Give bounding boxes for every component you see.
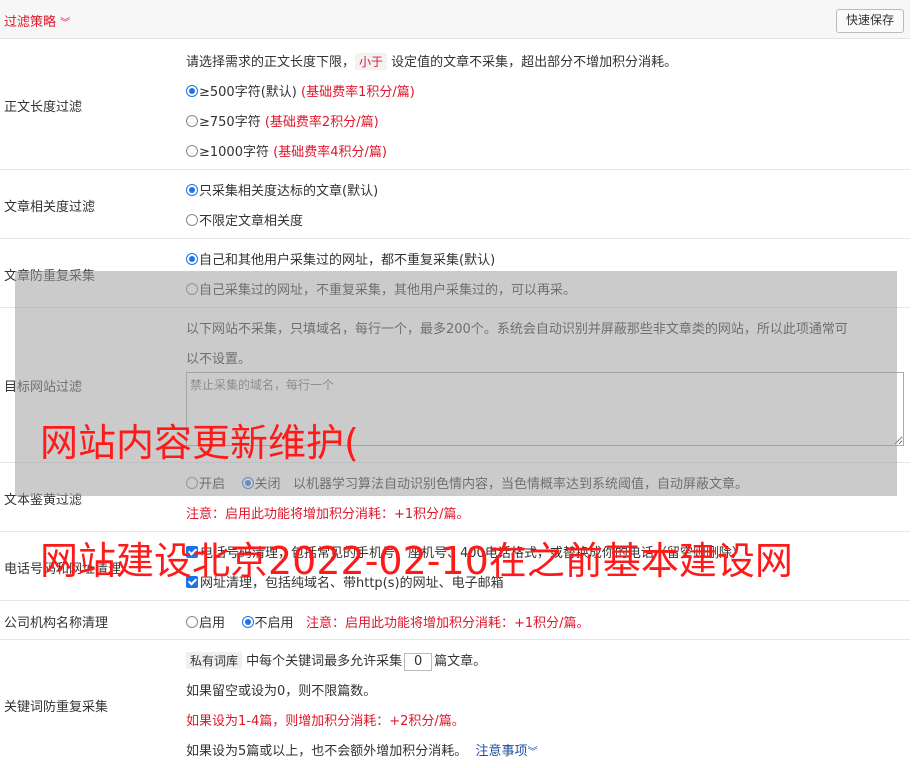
desc-post: 设定值的文章不采集，超出部分不增加积分消耗。 — [391, 55, 678, 70]
url-clean-checkbox[interactable] — [186, 576, 198, 588]
dedupe-row: 文章防重复采集 自己和其他用户采集过的网址，都不重复采集(默认) 自己采集过的网… — [0, 239, 910, 308]
org-name-label: 公司机构名称清理 — [4, 616, 109, 631]
porn-filter-note: 注意：启用此功能将增加积分消耗：+1积分/篇。 — [186, 507, 470, 522]
option-750-label: ≥750字符 — [199, 115, 261, 130]
option-1000[interactable]: ≥1000字符 (基础费率4积分/篇) — [186, 141, 387, 160]
body-length-row: 正文长度过滤 请选择需求的正文长度下限， 小于 设定值的文章不采集，超出部分不增加… — [0, 39, 910, 170]
org-name-row: 公司机构名称清理 启用 不启用 注意：启用此功能将增加积分消耗：+1积分/篇。 — [0, 601, 910, 640]
relevance-option-1[interactable]: 不限定文章相关度 — [186, 210, 303, 229]
option-1000-label: ≥1000字符 — [199, 145, 269, 160]
relevance-radio-0[interactable] — [186, 184, 198, 196]
dedupe-option-1[interactable]: 自己采集过的网址，不重复采集，其他用户采集过的，可以再采。 — [186, 279, 576, 298]
keyword-line-2: 如果留空或设为0，则不限篇数。 — [186, 684, 377, 699]
site-filter-label: 目标网站过滤 — [4, 380, 83, 395]
dedupe-option-0-label: 自己和其他用户采集过的网址，都不重复采集(默认) — [199, 253, 496, 268]
blocked-domains-textarea[interactable] — [186, 372, 904, 446]
option-500[interactable]: ≥500字符(默认) (基础费率1积分/篇) — [186, 81, 415, 100]
org-off-label: 不启用 — [254, 616, 294, 631]
quick-save-button[interactable]: 快速保存 — [835, 9, 904, 33]
phone-clean-option[interactable]: 电话号码清理，包括常见的手机号、座机号、400电话格式，或替换成你的电话（留空则… — [186, 542, 745, 561]
keyword-line1-pre: 中每个关键词最多允许采集 — [246, 654, 403, 669]
notes-link-text: 注意事项 — [475, 744, 528, 759]
desc-pre: 请选择需求的正文长度下限， — [186, 55, 356, 70]
less-than-tag: 小于 — [355, 53, 388, 70]
porn-on-label: 开启 — [199, 477, 226, 492]
radio-1000[interactable] — [186, 145, 198, 157]
porn-filter-options: 开启 关闭 以机器学习算法自动识别色情内容，当色情概率达到系统阈值，自动屏蔽文章… — [186, 473, 748, 492]
org-on-label: 启用 — [199, 616, 226, 631]
porn-on-radio[interactable] — [186, 477, 198, 489]
dedupe-label: 文章防重复采集 — [4, 269, 96, 284]
keyword-label: 关键词防重复采集 — [4, 700, 109, 715]
max-articles-input[interactable]: 0 — [404, 652, 433, 671]
phone-url-row: 电话号码和网址清理 电话号码清理，包括常见的手机号、座机号、400电话格式，或替… — [0, 532, 910, 601]
site-filter-desc-1: 以下网站不采集，只填域名，每行一个，最多200个。系统会自动识别并屏蔽那些非文章… — [186, 322, 848, 337]
keyword-line-1: 私有词库 中每个关键词最多允许采集 0 篇文章。 — [186, 650, 486, 671]
relevance-option-0-label: 只采集相关度达标的文章(默认) — [199, 184, 379, 199]
keyword-line-4: 如果设为5篇或以上，也不会额外增加积分消耗。 注意事项︾ — [186, 740, 538, 759]
option-750-rate: (基础费率2积分/篇) — [264, 115, 379, 130]
url-clean-text: 网址清理，包括纯域名、带http(s)的网址、电子邮箱 — [200, 576, 504, 591]
relevance-option-0[interactable]: 只采集相关度达标的文章(默认) — [186, 180, 378, 199]
porn-filter-desc: 以机器学习算法自动识别色情内容，当色情概率达到系统阈值，自动屏蔽文章。 — [292, 477, 748, 492]
org-on-radio[interactable] — [186, 616, 198, 628]
private-lexicon-tag[interactable]: 私有词库 — [186, 652, 243, 669]
body-length-desc: 请选择需求的正文长度下限， 小于 设定值的文章不采集，超出部分不增加积分消耗。 — [186, 51, 677, 70]
option-500-rate: (基础费率1积分/篇) — [301, 85, 415, 100]
dedupe-option-0[interactable]: 自己和其他用户采集过的网址，都不重复采集(默认) — [186, 249, 495, 268]
phone-url-label: 电话号码和网址清理 — [4, 562, 122, 577]
relevance-row: 文章相关度过滤 只采集相关度达标的文章(默认) 不限定文章相关度 — [0, 170, 910, 239]
filter-strategy-title[interactable]: 过滤策略 ︾ — [4, 11, 70, 30]
keyword-row: 关键词防重复采集 私有词库 中每个关键词最多允许采集 0 篇文章。 如果留空或设为0… — [0, 640, 910, 768]
site-filter-desc-2: 以不设置。 — [186, 352, 252, 367]
relevance-option-1-label: 不限定文章相关度 — [199, 214, 304, 229]
org-name-options: 启用 不启用 注意：启用此功能将增加积分消耗：+1积分/篇。 — [186, 612, 590, 631]
org-name-note: 注意：启用此功能将增加积分消耗：+1积分/篇。 — [305, 616, 590, 631]
keyword-line4-text: 如果设为5篇或以上，也不会额外增加积分消耗。 — [186, 744, 468, 759]
relevance-label: 文章相关度过滤 — [4, 200, 96, 215]
chevron-down-icon: ︾ — [60, 18, 71, 29]
url-clean-option[interactable]: 网址清理，包括纯域名、带http(s)的网址、电子邮箱 — [186, 572, 504, 591]
option-500-label: ≥500字符(默认) — [199, 85, 297, 100]
radio-500[interactable] — [186, 85, 198, 97]
porn-off-label: 关闭 — [254, 477, 281, 492]
radio-750[interactable] — [186, 115, 198, 127]
porn-filter-label: 文本鉴黄过滤 — [4, 493, 83, 508]
org-off-radio[interactable] — [241, 616, 254, 628]
phone-clean-checkbox[interactable] — [186, 546, 198, 558]
option-1000-rate: (基础费率4积分/篇) — [273, 145, 387, 160]
relevance-radio-1[interactable] — [186, 214, 198, 226]
chevron-down-icon: ︾ — [527, 747, 538, 758]
porn-filter-row: 文本鉴黄过滤 开启 关闭 以机器学习算法自动识别色情内容，当色情概率达到系统阈值… — [0, 463, 910, 532]
option-750[interactable]: ≥750字符 (基础费率2积分/篇) — [186, 111, 379, 130]
dedupe-radio-0[interactable] — [186, 253, 198, 265]
body-length-label: 正文长度过滤 — [4, 100, 83, 115]
keyword-line-3: 如果设为1-4篇，则增加积分消耗：+2积分/篇。 — [186, 714, 465, 729]
phone-clean-text: 电话号码清理，包括常见的手机号、座机号、400电话格式，或替换成你的电话（留空则… — [200, 546, 745, 561]
notes-link[interactable]: 注意事项︾ — [476, 744, 538, 759]
porn-off-radio[interactable] — [241, 477, 254, 489]
dedupe-option-1-label: 自己采集过的网址，不重复采集，其他用户采集过的，可以再采。 — [199, 283, 577, 298]
filter-header: 过滤策略 ︾ 快速保存 — [0, 0, 910, 39]
keyword-line1-post: 篇文章。 — [434, 654, 487, 669]
dedupe-radio-1[interactable] — [186, 283, 198, 295]
